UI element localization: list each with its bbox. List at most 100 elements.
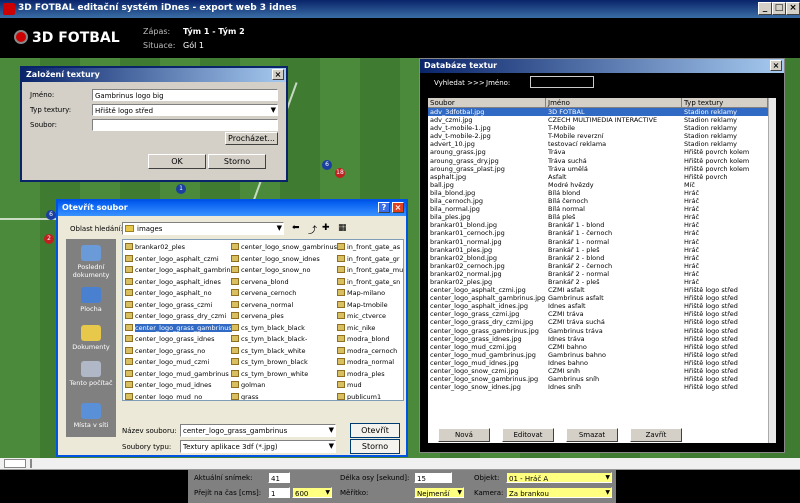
table-row[interactable]: brankar02_cernoch.jpg Brankář 2 - černoch… <box>428 262 776 270</box>
table-row[interactable]: center_logo_grass_gambrinus.jpg Gambrinus… <box>428 327 776 335</box>
table-row[interactable]: brankar02_blond.jpg Brankář 2 - blond Hráč <box>428 254 776 262</box>
chevron-down-icon[interactable]: ▼ <box>325 488 330 498</box>
table-row[interactable]: brankar01_cernoch.jpg Brankář 1 - černoch… <box>428 229 776 237</box>
table-row[interactable]: bila_ples.jpg Bílá pleš Hráč <box>428 213 776 221</box>
view-menu-icon[interactable]: ▦ <box>338 223 347 233</box>
cancel-button[interactable]: Storno <box>350 439 400 454</box>
storno-button[interactable]: Storno <box>208 154 266 169</box>
db-search-input[interactable] <box>530 76 594 88</box>
list-item[interactable]: mic_ctverce <box>337 311 403 323</box>
table-row[interactable]: ball.jpg Modré hvězdy Míč <box>428 181 776 189</box>
place-network[interactable]: Místa v síti <box>66 403 116 429</box>
table-row[interactable]: asphalt.jpg Asfalt Hřiště povrch <box>428 173 776 181</box>
aktualni-input[interactable]: 41 <box>268 472 290 483</box>
list-item[interactable]: modra_blond <box>337 334 403 346</box>
player-marker[interactable]: 1 <box>176 184 186 194</box>
list-item[interactable]: center_logo_asphalt_gambrin <box>125 265 233 277</box>
col-header-typ[interactable]: Typ textury <box>682 98 768 107</box>
table-row[interactable]: center_logo_snow_czmi.jpg CZMI sníh Hřiště… <box>428 367 776 375</box>
help-icon[interactable]: ? <box>378 202 390 213</box>
filename-input[interactable]: center_logo_grass_gambrinus ▼ <box>180 424 336 437</box>
chevron-down-icon[interactable]: ▼ <box>271 105 276 115</box>
timeline-block[interactable] <box>30 459 32 468</box>
list-item[interactable]: brankar02_ples <box>125 242 233 254</box>
chevron-down-icon[interactable]: ▼ <box>605 473 610 483</box>
meritko-select[interactable]: Nejmenší ▼ <box>414 487 464 498</box>
list-item[interactable]: cervena_ples <box>231 311 339 323</box>
player-marker[interactable]: 6 <box>322 160 332 170</box>
place-documents[interactable]: Dokumenty <box>66 325 116 351</box>
table-row[interactable]: bila_normal.jpg Bílá normal Hráč <box>428 205 776 213</box>
db-scrollbar[interactable] <box>768 98 776 443</box>
table-row[interactable]: center_logo_asphalt_idnes.jpg Idnes asfal… <box>428 302 776 310</box>
table-row[interactable]: center_logo_asphalt_gambrinus.jpg Gambrin… <box>428 294 776 302</box>
table-row[interactable]: aroung_grass_plast.jpg Tráva umělá Hřiště … <box>428 165 776 173</box>
chevron-down-icon[interactable]: ▼ <box>329 441 334 451</box>
list-item[interactable]: center_logo_mud_czmi <box>125 357 233 369</box>
list-item[interactable]: Map-tmobile <box>337 300 403 312</box>
list-item[interactable]: publicum1 <box>337 392 403 400</box>
open-button[interactable]: Otevřít <box>350 423 400 438</box>
prejit-input[interactable]: 1 <box>268 487 290 498</box>
list-item[interactable]: golman <box>231 380 339 392</box>
table-row[interactable]: bila_blond.jpg Bílá blond Hráč <box>428 189 776 197</box>
list-item[interactable]: cs_tym_black_black- <box>231 334 339 346</box>
list-item[interactable]: center_logo_asphalt_idnes <box>125 277 233 289</box>
list-item[interactable]: in_front_gate_as <box>337 242 403 254</box>
list-item[interactable]: center_logo_asphalt_no <box>125 288 233 300</box>
list-item[interactable]: cervena_blond <box>231 277 339 289</box>
player-marker[interactable]: 18 <box>335 168 345 178</box>
list-item[interactable]: center_logo_grass_gambrinus <box>125 323 233 335</box>
typ-textury-select[interactable]: Hřiště logo střed ▼ <box>92 104 278 116</box>
smazat-button[interactable]: Smazat <box>566 428 618 442</box>
kamera-select[interactable]: Za brankou ▼ <box>506 487 612 498</box>
editovat-button[interactable]: Editovat <box>502 428 554 442</box>
col-header-jmeno[interactable]: Jméno <box>546 98 682 107</box>
list-item[interactable]: in_front_gate_gr <box>337 254 403 266</box>
table-row[interactable]: brankar02_ples.jpg Brankář 2 - pleš Hráč <box>428 278 776 286</box>
col-header-soubor[interactable]: Soubor <box>428 98 546 107</box>
table-row[interactable]: bila_cernoch.jpg Bílá černoch Hráč <box>428 197 776 205</box>
list-item[interactable]: grass <box>231 392 339 400</box>
new-folder-icon[interactable]: ✚ <box>322 223 330 233</box>
list-item[interactable]: center_logo_asphalt_czmi <box>125 254 233 266</box>
list-item[interactable]: cs_tym_black_white <box>231 346 339 358</box>
delka-input[interactable]: 15 <box>414 472 452 483</box>
jmeno-input[interactable]: Gambrinus logo big <box>92 89 278 101</box>
soubor-input[interactable] <box>92 119 278 131</box>
list-item[interactable]: in_front_gate_mu <box>337 265 403 277</box>
table-row[interactable]: brankar01_blond.jpg Brankář 1 - blond Hráč <box>428 221 776 229</box>
list-item[interactable]: cervena_cernoch <box>231 288 339 300</box>
list-item[interactable]: cs_tym_black_black <box>231 323 339 335</box>
close-button[interactable]: × <box>786 2 800 15</box>
prochazet-button[interactable]: Procházet... <box>225 132 278 145</box>
table-row[interactable]: center_logo_asphalt_czmi.jpg CZMI asfalt H… <box>428 286 776 294</box>
table-row[interactable]: adv_t-mobile-2.jpg T-Mobile reverzní Stadi… <box>428 132 776 140</box>
filetype-select[interactable]: Textury aplikace 3df (*.jpg) ▼ <box>180 440 336 453</box>
list-item[interactable]: center_logo_mud_idnes <box>125 380 233 392</box>
list-item[interactable]: center_logo_grass_idnes <box>125 334 233 346</box>
table-row[interactable]: aroung_grass.jpg Tráva Hřiště povrch kolem <box>428 148 776 156</box>
back-icon[interactable]: ⬅ <box>292 223 300 233</box>
table-row[interactable]: adv_t-mobile-1.jpg T-Mobile Stadion reklam… <box>428 124 776 132</box>
table-row[interactable]: center_logo_grass_dry_czmi.jpg CZMI tráva… <box>428 318 776 326</box>
table-row[interactable]: aroung_grass_dry.jpg Tráva suchá Hřiště po… <box>428 157 776 165</box>
list-item[interactable]: center_logo_mud_gambrinus <box>125 369 233 381</box>
close-icon[interactable]: × <box>272 69 284 80</box>
list-item[interactable]: center_logo_snow_no <box>231 265 339 277</box>
player-marker[interactable]: 2 <box>44 234 54 244</box>
table-row[interactable]: brankar02_normal.jpg Brankář 2 - normal Hr… <box>428 270 776 278</box>
place-computer[interactable]: Tento počítač <box>66 361 116 387</box>
chevron-down-icon[interactable]: ▼ <box>329 425 334 435</box>
table-row[interactable]: center_logo_mud_czmi.jpg CZMI bahno Hřiště… <box>428 343 776 351</box>
table-row[interactable]: brankar01_normal.jpg Brankář 1 - normal Hr… <box>428 238 776 246</box>
list-item[interactable]: in_front_gate_sn <box>337 277 403 289</box>
maximize-button[interactable]: □ <box>772 2 786 15</box>
close-icon[interactable]: × <box>770 60 782 71</box>
timeline-strip[interactable] <box>0 458 800 470</box>
list-item[interactable]: center_logo_grass_czmi <box>125 300 233 312</box>
list-item[interactable]: center_logo_snow_gambrinus <box>231 242 339 254</box>
ok-button[interactable]: OK <box>148 154 206 169</box>
list-item[interactable]: center_logo_grass_dry_czmi <box>125 311 233 323</box>
list-item[interactable]: cs_tym_brown_black <box>231 357 339 369</box>
